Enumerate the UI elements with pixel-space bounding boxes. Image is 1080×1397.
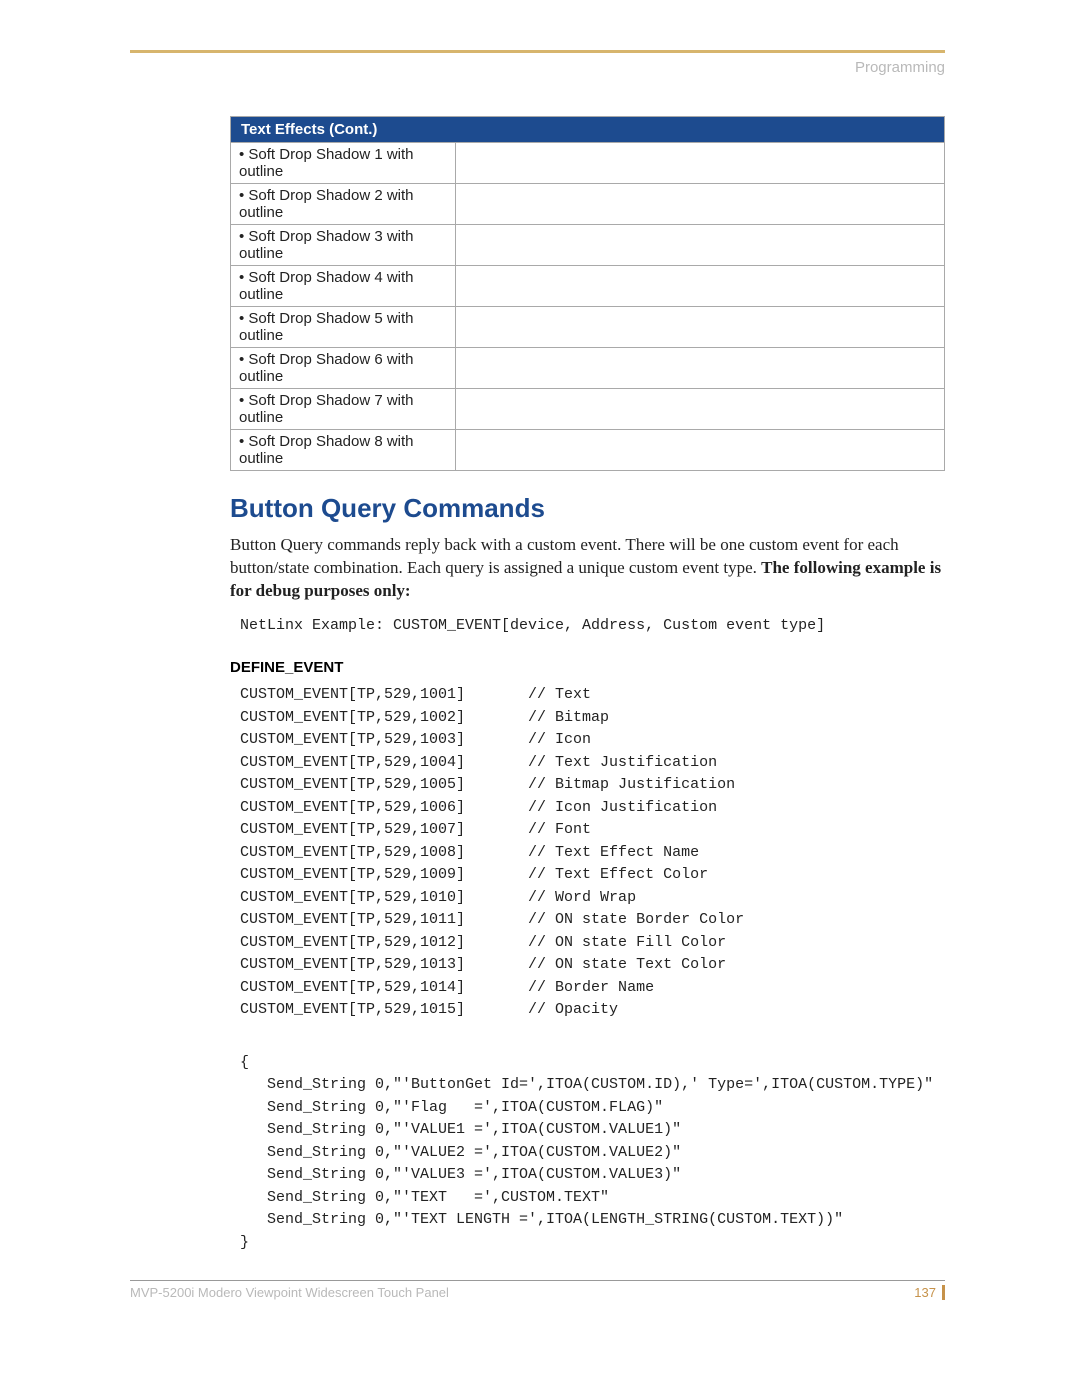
define-event-label: DEFINE_EVENT <box>230 659 945 676</box>
send-string-block: { Send_String 0,"'ButtonGet Id=',ITOA(CU… <box>240 1052 945 1255</box>
table-cell-empty <box>456 430 945 471</box>
table-cell-empty <box>456 266 945 307</box>
table-cell-empty <box>456 225 945 266</box>
events-code: CUSTOM_EVENT[TP,529,1001] // Text CUSTOM… <box>240 684 945 1022</box>
table-cell: • Soft Drop Shadow 5 with outline <box>231 307 456 348</box>
table-cell: • Soft Drop Shadow 3 with outline <box>231 225 456 266</box>
top-rule <box>130 50 945 53</box>
code-intro: NetLinx Example: CUSTOM_EVENT[device, Ad… <box>240 615 945 638</box>
page-footer: MVP-5200i Modero Viewpoint Widescreen To… <box>130 1280 945 1300</box>
table-cell: • Soft Drop Shadow 2 with outline <box>231 184 456 225</box>
table-cell: • Soft Drop Shadow 4 with outline <box>231 266 456 307</box>
table-cell: • Soft Drop Shadow 8 with outline <box>231 430 456 471</box>
section-heading: Button Query Commands <box>230 493 945 524</box>
intro-paragraph: Button Query commands reply back with a … <box>230 534 944 603</box>
table-cell: • Soft Drop Shadow 1 with outline <box>231 143 456 184</box>
table-cell-empty <box>456 348 945 389</box>
table-cell-empty <box>456 143 945 184</box>
table-cell: • Soft Drop Shadow 6 with outline <box>231 348 456 389</box>
table-cell-empty <box>456 307 945 348</box>
table-cell: • Soft Drop Shadow 7 with outline <box>231 389 456 430</box>
footer-title: MVP-5200i Modero Viewpoint Widescreen To… <box>130 1285 449 1300</box>
section-header: Programming <box>130 59 945 76</box>
table-cell-empty <box>456 389 945 430</box>
table-cell-empty <box>456 184 945 225</box>
text-effects-table: Text Effects (Cont.) • Soft Drop Shadow … <box>230 116 945 471</box>
table-title: Text Effects (Cont.) <box>231 117 945 143</box>
page-number: 137 <box>914 1285 945 1300</box>
